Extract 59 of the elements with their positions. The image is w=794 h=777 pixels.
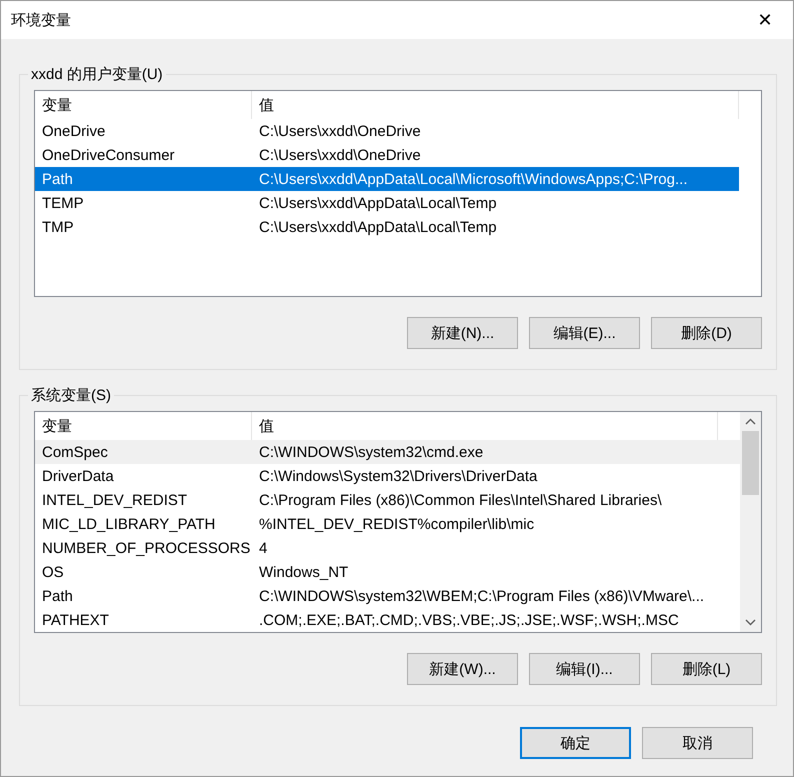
variable-name: INTEL_DEV_REDIST — [41, 492, 188, 508]
variable-name: Path — [41, 170, 74, 188]
column-header[interactable]: 值 — [252, 91, 739, 119]
ok-button[interactable]: 确定 — [520, 727, 631, 759]
variable-row[interactable]: MIC_LD_LIBRARY_PATH %INTEL_DEV_REDIST%compiler\lib\mic — [35, 512, 740, 536]
variable-value: C:\Program Files (x86)\Common Files\Intel\Shared Libraries\ — [258, 492, 663, 508]
variable-value: C:\Windows\System32\Drivers\DriverData — [258, 468, 538, 484]
variable-name: OS — [41, 564, 65, 580]
variable-value: C:\Users\xxdd\AppData\Local\Microsoft\WindowsApps;C:\Prog... — [258, 170, 688, 188]
variable-name: TMP — [41, 218, 75, 236]
variable-name: Path — [41, 588, 74, 604]
group-label: 系统变量(S) — [30, 386, 112, 405]
action-button[interactable]: 删除(L) — [651, 653, 762, 685]
action-button[interactable]: 新建(N)... — [407, 317, 518, 349]
variable-row[interactable]: OneDrive C:\Users\xxdd\OneDrive — [35, 119, 739, 143]
variable-name: OneDriveConsumer — [41, 146, 176, 164]
variable-name: TEMP — [41, 194, 85, 212]
action-button[interactable]: 编辑(E)... — [529, 317, 640, 349]
scroll-thumb[interactable] — [742, 431, 759, 495]
variable-name: DriverData — [41, 468, 115, 484]
scroll-down-icon[interactable] — [745, 619, 756, 626]
window-title: 环境变量 — [11, 10, 71, 30]
variable-list[interactable] — [34, 90, 762, 297]
variable-row[interactable]: Path C:\WINDOWS\system32\WBEM;C:\Program Files (x86)\VMware\... — [35, 584, 740, 608]
action-button[interactable]: 删除(D) — [651, 317, 762, 349]
scrollbar[interactable] — [740, 412, 761, 632]
variable-list[interactable] — [34, 411, 762, 633]
variable-row[interactable]: OneDriveConsumer C:\Users\xxdd\OneDrive — [35, 143, 739, 167]
variable-value: C:\WINDOWS\system32\cmd.exe — [258, 444, 484, 460]
variable-value: C:\Users\xxdd\OneDrive — [258, 146, 422, 164]
variable-value: .COM;.EXE;.BAT;.CMD;.VBS;.VBE;.JS;.JSE;.WSF;.WSH;.MSC — [258, 612, 680, 628]
variable-value: %INTEL_DEV_REDIST%compiler\lib\mic — [258, 516, 536, 532]
variable-row[interactable]: TMP C:\Users\xxdd\AppData\Local\Temp — [35, 215, 739, 239]
action-button[interactable]: 新建(W)... — [407, 653, 518, 685]
scroll-up-icon[interactable] — [745, 418, 756, 425]
variable-row[interactable]: DriverData C:\Windows\System32\Drivers\DriverData — [35, 464, 740, 488]
cancel-button[interactable]: 取消 — [642, 727, 753, 759]
close-button[interactable]: ✕ — [745, 4, 785, 36]
variable-value: C:\WINDOWS\system32\WBEM;C:\Program Files (x86)\VMware\... — [258, 588, 706, 604]
variable-row[interactable]: INTEL_DEV_REDIST C:\Program Files (x86)\Common Files\Intel\Shared Libraries\ — [35, 488, 740, 512]
variable-value: Windows_NT — [258, 564, 350, 580]
variable-row[interactable]: PATHEXT .COM;.EXE;.BAT;.CMD;.VBS;.VBE;.JS;.JSE;.WSF;.WSH;.MSC — [35, 608, 740, 632]
variable-name: NUMBER_OF_PROCESSORS — [41, 540, 252, 556]
variable-row[interactable]: TEMP C:\Users\xxdd\AppData\Local\Temp — [35, 191, 739, 215]
variable-value: 4 — [258, 540, 268, 556]
group-label: xxdd 的用户变量(U) — [30, 65, 164, 84]
variable-row[interactable]: OS Windows_NT — [35, 560, 740, 584]
variable-name: MIC_LD_LIBRARY_PATH — [41, 516, 216, 532]
variable-row[interactable]: Path C:\Users\xxdd\AppData\Local\Microsoft\WindowsApps;C:\Prog... — [35, 167, 739, 191]
variable-row[interactable]: ComSpec C:\WINDOWS\system32\cmd.exe — [35, 440, 740, 464]
column-header[interactable]: 变量 — [35, 91, 252, 119]
action-button[interactable]: 编辑(I)... — [529, 653, 640, 685]
variable-value: C:\Users\xxdd\AppData\Local\Temp — [258, 194, 498, 212]
variable-value: C:\Users\xxdd\AppData\Local\Temp — [258, 218, 498, 236]
variable-name: ComSpec — [41, 444, 109, 460]
variable-value: C:\Users\xxdd\OneDrive — [258, 122, 422, 140]
variable-row[interactable]: NUMBER_OF_PROCESSORS 4 — [35, 536, 740, 560]
variable-name: OneDrive — [41, 122, 106, 140]
variable-name: PATHEXT — [41, 612, 110, 628]
